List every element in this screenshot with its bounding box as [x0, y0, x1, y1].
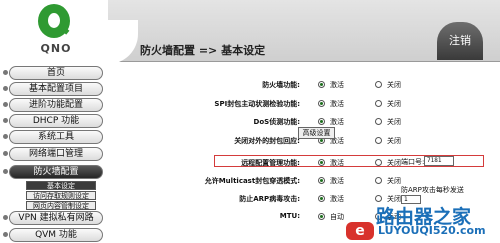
remote-management-disable-radio[interactable]: [375, 159, 382, 166]
sidebar-item-dhcp[interactable]: DHCP 功能: [9, 114, 103, 128]
mtu-label: MTU:: [279, 212, 300, 220]
subnav-basic-settings[interactable]: 基本设定: [26, 181, 96, 190]
dos-disable-radio[interactable]: [375, 118, 382, 125]
subnav-access-rules[interactable]: 访问存取规则设定: [26, 191, 96, 200]
multicast-disable-radio[interactable]: [375, 177, 382, 184]
arp-protect-label: 防止ARP病毒攻击:: [239, 195, 300, 203]
remote-management-enable-radio[interactable]: [318, 159, 325, 166]
bullet-icon: [3, 134, 8, 139]
sidebar-item-vpn[interactable]: VPN 建拟私有网路: [9, 211, 103, 225]
firewall-enable-radio[interactable]: [318, 81, 325, 88]
bullet-icon: [3, 151, 8, 156]
dos-enable-text: 激活: [330, 118, 344, 126]
dos-label: DoS侦测功能:: [253, 118, 300, 126]
multicast-disable-text: 关闭: [387, 177, 401, 185]
block-wan-disable-radio[interactable]: [375, 137, 382, 144]
arp-rate-label: 防ARP攻击每秒发送: [401, 186, 464, 194]
bullet-icon: [3, 232, 8, 237]
page-title: 防火墙配置 => 基本设定: [140, 44, 266, 57]
sidebar-item-advanced[interactable]: 进阶功能配置: [9, 98, 103, 112]
sidebar-item-port-management[interactable]: 网络端口管理: [9, 147, 103, 161]
spi-enable-text: 激活: [330, 100, 344, 108]
watermark-badge-icon: e: [346, 222, 374, 240]
multicast-enable-text: 激活: [330, 177, 344, 185]
firewall-label: 防火墙功能:: [262, 81, 300, 89]
dos-enable-radio[interactable]: [318, 118, 325, 125]
sidebar-item-firewall[interactable]: 防火墙配置: [9, 165, 103, 179]
arp-protect-enable-text: 激活: [330, 195, 344, 203]
sidebar-item-home[interactable]: 首页: [9, 66, 103, 80]
bullet-icon: [3, 86, 8, 91]
spi-disable-text: 关闭: [387, 100, 401, 108]
remote-management-enable-text: 激活: [330, 159, 344, 167]
sidebar: 首页 基本配置项目 进阶功能配置 DHCP 功能 系统工具 网络端口管理 防火墙…: [0, 62, 108, 243]
spi-label: SPI封包主动状测检验功能:: [214, 100, 300, 108]
logo-text: QNO: [40, 42, 72, 55]
arp-protect-disable-radio[interactable]: [375, 195, 382, 202]
remote-management-disable-text: 关闭: [387, 159, 401, 167]
advanced-settings-button[interactable]: 高级设置: [298, 127, 335, 139]
bullet-icon: [3, 118, 8, 123]
sidebar-item-system-tools[interactable]: 系统工具: [9, 130, 103, 144]
bullet-icon: [3, 102, 8, 107]
qno-logo-icon: [38, 4, 70, 38]
logo: QNO: [0, 0, 108, 62]
arp-protect-enable-radio[interactable]: [318, 195, 325, 202]
sidebar-item-basic-config[interactable]: 基本配置项目: [9, 82, 103, 96]
firewall-disable-text: 关闭: [387, 81, 401, 89]
spi-disable-radio[interactable]: [375, 100, 382, 107]
subnav-web-content[interactable]: 网页内容管制设定: [26, 201, 96, 210]
block-wan-response-label: 关闭对外的封包回应:: [234, 137, 300, 145]
remote-management-label: 远程配置管理功能:: [241, 159, 300, 167]
bullet-icon: [3, 169, 8, 174]
mtu-auto-text: 自动: [330, 213, 344, 221]
firewall-enable-text: 激活: [330, 81, 344, 89]
multicast-label: 允许Multicast封包穿透模式:: [204, 177, 300, 185]
dos-disable-text: 关闭: [387, 118, 401, 126]
logout-button[interactable]: 注销: [437, 22, 483, 60]
multicast-enable-radio[interactable]: [318, 177, 325, 184]
bullet-icon: [3, 70, 8, 75]
mtu-auto-radio[interactable]: [318, 213, 325, 220]
firewall-disable-radio[interactable]: [375, 81, 382, 88]
block-wan-disable-text: 关闭: [387, 137, 401, 145]
bullet-icon: [3, 215, 8, 220]
spi-enable-radio[interactable]: [318, 100, 325, 107]
port-label: 端口号:: [401, 158, 425, 166]
sidebar-item-qvm[interactable]: QVM 功能: [9, 228, 103, 242]
watermark-url: LUYOUQI520.com: [378, 224, 486, 237]
port-input[interactable]: 7181: [424, 156, 454, 166]
